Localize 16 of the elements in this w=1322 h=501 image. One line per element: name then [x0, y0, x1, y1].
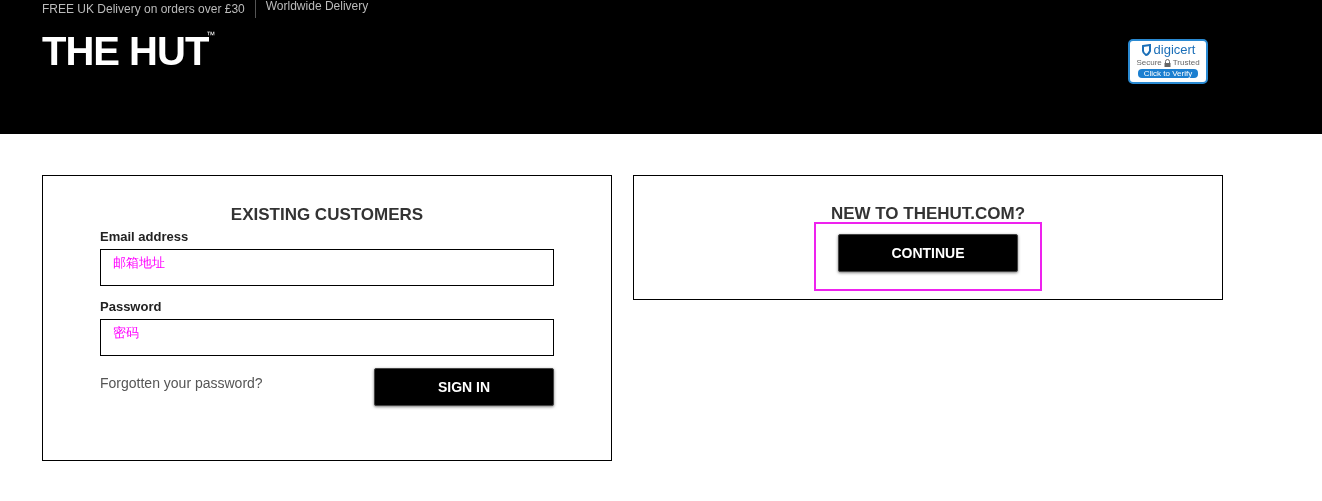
section-title: EXISTING CUSTOMERS — [230, 205, 424, 225]
trust-badge[interactable]: digicert Secure Trusted Click to Verify — [1128, 39, 1208, 84]
continue-button[interactable]: CONTINUE — [838, 234, 1018, 272]
promo-text: FREE UK Delivery on orders over £30 — [42, 2, 246, 16]
shield-icon — [1140, 44, 1152, 56]
promo-text: Worldwide Delivery — [254, 0, 379, 18]
field-label: Email address — [100, 229, 190, 245]
sign-in-button[interactable]: SIGN IN — [374, 368, 554, 406]
verify-button[interactable]: Click to Verify — [1137, 69, 1199, 78]
forgot-password-link[interactable]: Forgotten your password? — [100, 375, 263, 406]
badge-text: Trusted — [1172, 58, 1200, 68]
badge-brand: digicert — [1153, 43, 1196, 57]
lock-icon — [1163, 59, 1171, 67]
section-title: NEW TO THEHUT.COM? — [830, 204, 1026, 224]
field-label: Password — [100, 299, 163, 315]
badge-text: Secure — [1136, 58, 1162, 68]
